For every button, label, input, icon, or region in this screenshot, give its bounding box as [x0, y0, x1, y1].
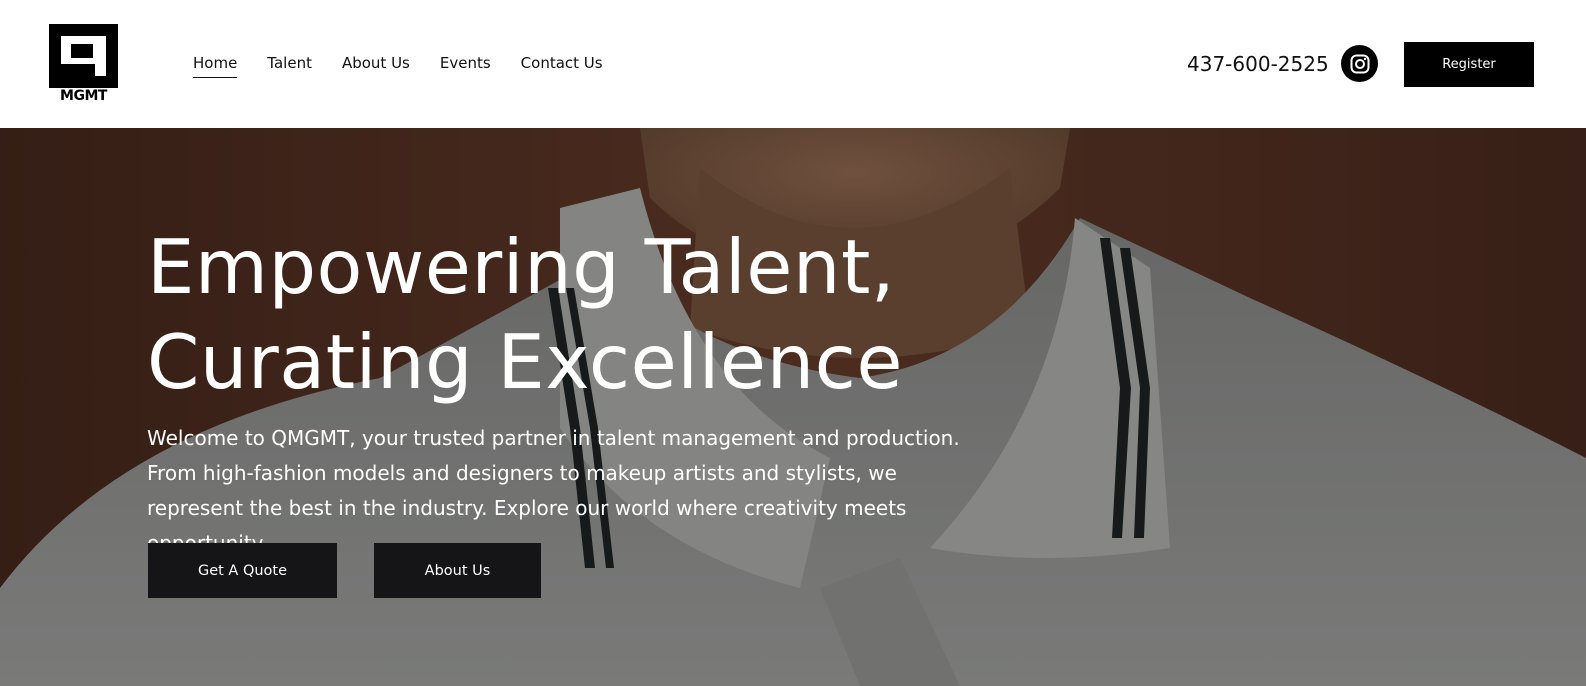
hero-title: Empowering Talent, Curating Excellence — [147, 220, 1047, 410]
hero-description: Welcome to QMGMT, your trusted partner i… — [147, 426, 960, 555]
main-nav: Home Talent About Us Events Contact Us — [193, 52, 633, 78]
nav-item-contact-us[interactable]: Contact Us — [521, 52, 603, 78]
hero-title-line-1: Empowering Talent, — [147, 223, 896, 311]
get-a-quote-button[interactable]: Get A Quote — [148, 543, 337, 598]
about-us-button[interactable]: About Us — [374, 543, 541, 598]
nav-item-home[interactable]: Home — [193, 52, 238, 78]
logo-mark-icon — [49, 24, 118, 88]
instagram-button[interactable] — [1341, 45, 1378, 82]
logo-text: MGMT — [60, 88, 107, 104]
hero-title-line-2: Curating Excellence — [147, 318, 903, 406]
register-button[interactable]: Register — [1404, 42, 1534, 87]
nav-item-about-us[interactable]: About Us — [342, 52, 410, 78]
site-header: MGMT Home Talent About Us Events Contact… — [0, 0, 1586, 128]
nav-item-talent[interactable]: Talent — [267, 52, 312, 78]
phone-number[interactable]: 437-600-2525 — [1187, 50, 1329, 78]
hero-section: Empowering Talent, Curating Excellence W… — [0, 128, 1586, 686]
brand-logo[interactable]: MGMT — [49, 24, 118, 104]
nav-item-events[interactable]: Events — [440, 52, 491, 78]
instagram-icon — [1350, 54, 1369, 73]
